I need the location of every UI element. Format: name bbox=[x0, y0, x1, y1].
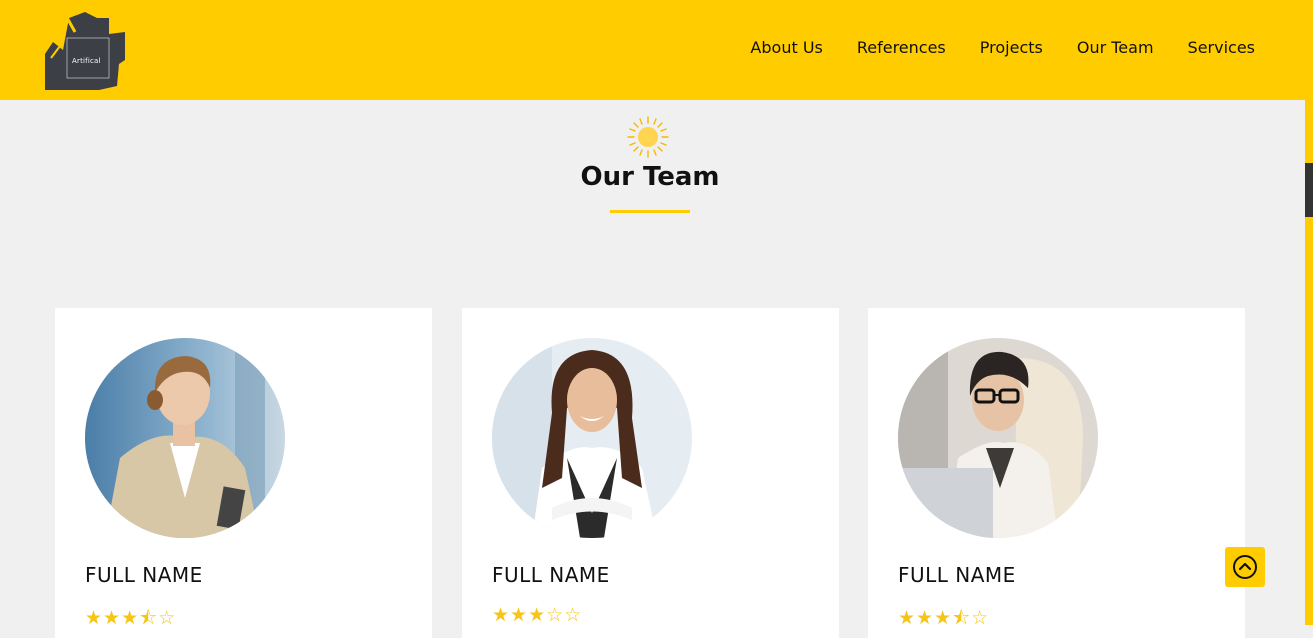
member-name: FULL NAME bbox=[85, 563, 203, 587]
star-rating: ★★★☆☆ bbox=[492, 604, 583, 626]
logo-text: Artifical bbox=[72, 57, 101, 65]
back-to-top-button[interactable] bbox=[1225, 547, 1265, 587]
scrollbar-thumb[interactable] bbox=[1305, 163, 1313, 217]
nav-our-team[interactable]: Our Team bbox=[1077, 38, 1154, 57]
nav-references[interactable]: References bbox=[857, 38, 946, 57]
nav-projects[interactable]: Projects bbox=[980, 38, 1043, 57]
team-card: FULL NAME ★★★⯪☆ bbox=[55, 308, 432, 638]
member-name: FULL NAME bbox=[898, 563, 1016, 587]
star-rating: ★★★⯪☆ bbox=[85, 607, 177, 629]
section-title: Our Team bbox=[580, 162, 720, 192]
avatar bbox=[85, 338, 285, 538]
site-header: Artifical About Us References Projects O… bbox=[0, 0, 1305, 100]
nav-services[interactable]: Services bbox=[1188, 38, 1255, 57]
avatar bbox=[898, 338, 1098, 538]
title-underline bbox=[610, 210, 690, 213]
sun-icon bbox=[627, 116, 669, 158]
team-card: FULL NAME ★★★⯪☆ bbox=[868, 308, 1245, 638]
chevron-up-circle-icon bbox=[1233, 555, 1257, 579]
main-nav: About Us References Projects Our Team Se… bbox=[750, 38, 1255, 57]
logo-graphic-icon bbox=[45, 12, 125, 90]
site-logo[interactable]: Artifical bbox=[45, 12, 127, 90]
member-name: FULL NAME bbox=[492, 563, 610, 587]
team-card: FULL NAME ★★★☆☆ bbox=[462, 308, 839, 638]
scrollbar-track[interactable] bbox=[1305, 0, 1313, 625]
star-rating: ★★★⯪☆ bbox=[898, 607, 990, 629]
avatar bbox=[492, 338, 692, 538]
nav-about-us[interactable]: About Us bbox=[750, 38, 822, 57]
